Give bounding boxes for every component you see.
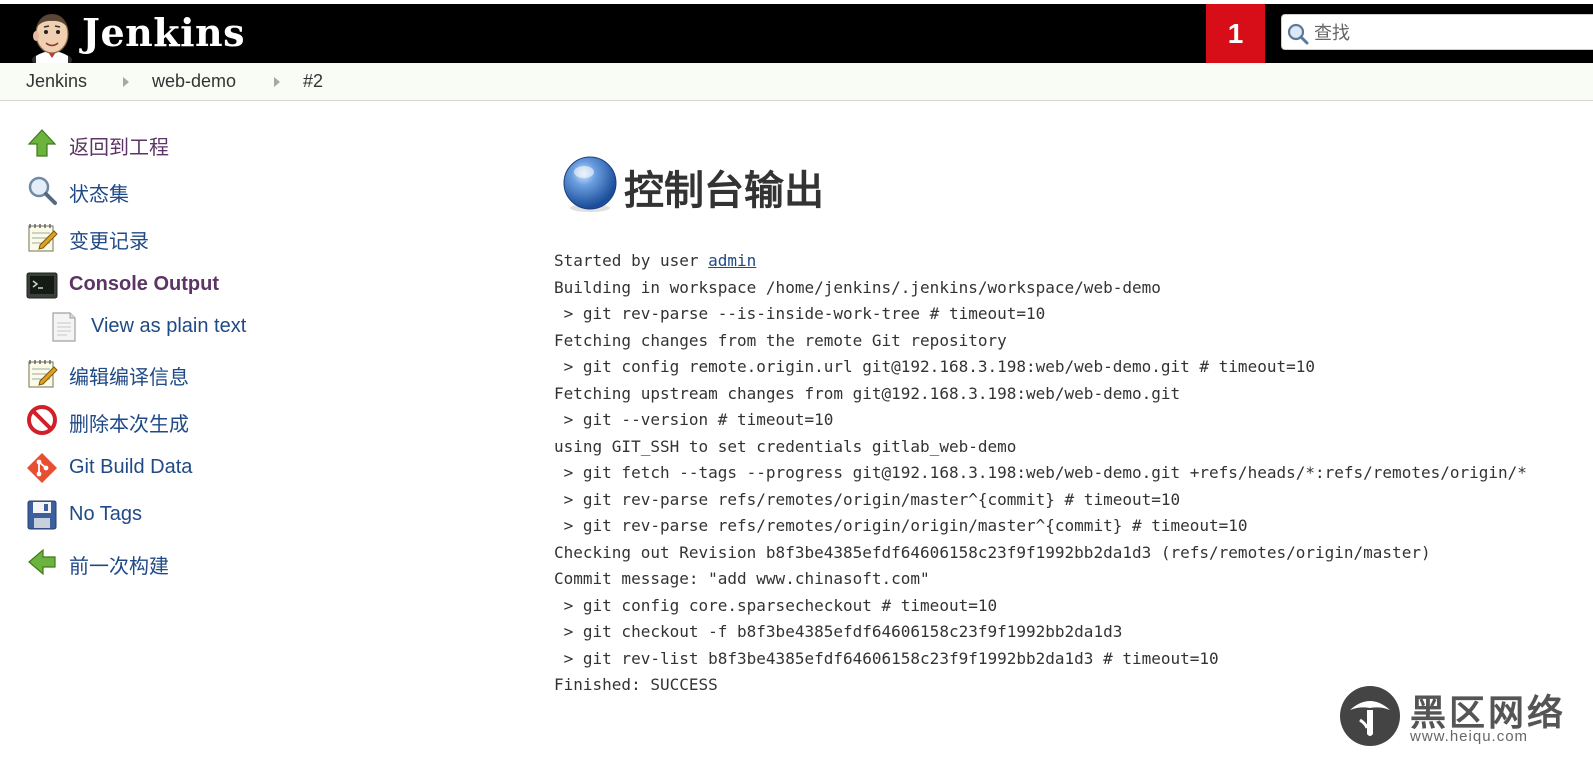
console-line: Fetching upstream changes from git@192.1… xyxy=(554,383,1181,403)
heiqu-logo-icon xyxy=(1340,686,1400,746)
console-line: Checking out Revision b8f3be4385efdf6460… xyxy=(554,542,1431,562)
user-admin-link[interactable]: admin xyxy=(708,251,756,270)
console-line: Started by user admin xyxy=(554,248,1527,275)
search-input[interactable] xyxy=(1312,19,1586,47)
up-arrow-icon xyxy=(27,129,57,157)
breadcrumb-build-2[interactable]: #2 xyxy=(303,71,323,92)
console-line: > git rev-parse refs/remotes/origin/orig… xyxy=(554,516,1248,535)
git-icon xyxy=(27,453,57,483)
no-entry-icon xyxy=(27,405,57,435)
breadcrumb: Jenkins web-demo #2 xyxy=(0,63,1593,101)
console-line: > git config core.sparsecheckout # timeo… xyxy=(554,595,998,615)
sidebar-item-label: 前一次构建 xyxy=(69,556,169,578)
floppy-disk-icon xyxy=(27,500,57,530)
sidebar-item-label: 变更记录 xyxy=(69,231,149,253)
breadcrumb-separator-icon[interactable] xyxy=(123,77,129,87)
breadcrumb-separator-icon[interactable] xyxy=(274,77,280,87)
jenkins-logo-text[interactable]: Jenkins xyxy=(82,10,245,55)
console-output: Started by user admin Building in worksp… xyxy=(554,248,1527,699)
console-line: using GIT_SSH to set credentials gitlab_… xyxy=(554,436,1017,456)
console-line: > git rev-parse refs/remotes/origin/mast… xyxy=(554,489,1181,509)
console-line: > git rev-list b8f3be4385efdf64606158c23… xyxy=(554,648,1219,668)
search-box xyxy=(1281,14,1593,50)
sidebar-item-label: 编辑编译信息 xyxy=(69,367,189,389)
page-title: 控制台输出 xyxy=(624,169,824,213)
console-line: > git checkout -f b8f3be4385efdf64606158… xyxy=(554,622,1123,641)
notepad-icon xyxy=(28,360,58,388)
sidebar-item-label: 状态集 xyxy=(69,184,129,206)
sidebar-item-label: 删除本次生成 xyxy=(69,414,189,436)
console-lines: Building in workspace /home/jenkins/.jen… xyxy=(554,275,1527,699)
sidebar-item-label: 返回到工程 xyxy=(69,137,169,159)
breadcrumb-jenkins[interactable]: Jenkins xyxy=(26,71,87,92)
sidebar-item-label: Git Build Data xyxy=(69,456,193,478)
blue-ball-status-icon xyxy=(563,156,617,212)
console-line: Fetching changes from the remote Git rep… xyxy=(554,330,1007,350)
page-header: Jenkins 1 xyxy=(0,4,1593,64)
notification-badge[interactable]: 1 xyxy=(1206,4,1265,63)
jenkins-butler-logo-icon[interactable] xyxy=(26,10,78,64)
sidebar-item-label: No Tags xyxy=(69,503,143,525)
breadcrumb-web-demo[interactable]: web-demo xyxy=(152,71,236,92)
console-line: Commit message: "add www.chinasoft.com" xyxy=(554,569,930,588)
magnifier-icon xyxy=(28,176,57,205)
console-line: > git --version # timeout=10 xyxy=(554,410,834,429)
search-icon xyxy=(1287,23,1309,45)
console-line: Building in workspace /home/jenkins/.jen… xyxy=(554,277,1161,297)
watermark: 黑区网络 www.heiqu.com xyxy=(1338,684,1568,748)
sidebar-item-label: Console Output xyxy=(69,273,219,295)
watermark-url: www.heiqu.com xyxy=(1410,728,1529,745)
console-line: > git fetch --tags --progress git@192.16… xyxy=(554,463,1527,482)
document-icon xyxy=(52,312,76,342)
console-line: > git config remote.origin.url git@192.1… xyxy=(554,357,1315,376)
console-started-text: Started by user xyxy=(554,251,709,270)
notepad-icon xyxy=(28,224,58,252)
left-arrow-icon xyxy=(28,548,56,576)
terminal-icon xyxy=(26,272,58,299)
sidebar-item-label: View as plain text xyxy=(91,315,247,337)
console-line: > git rev-parse --is-inside-work-tree # … xyxy=(554,304,1046,323)
